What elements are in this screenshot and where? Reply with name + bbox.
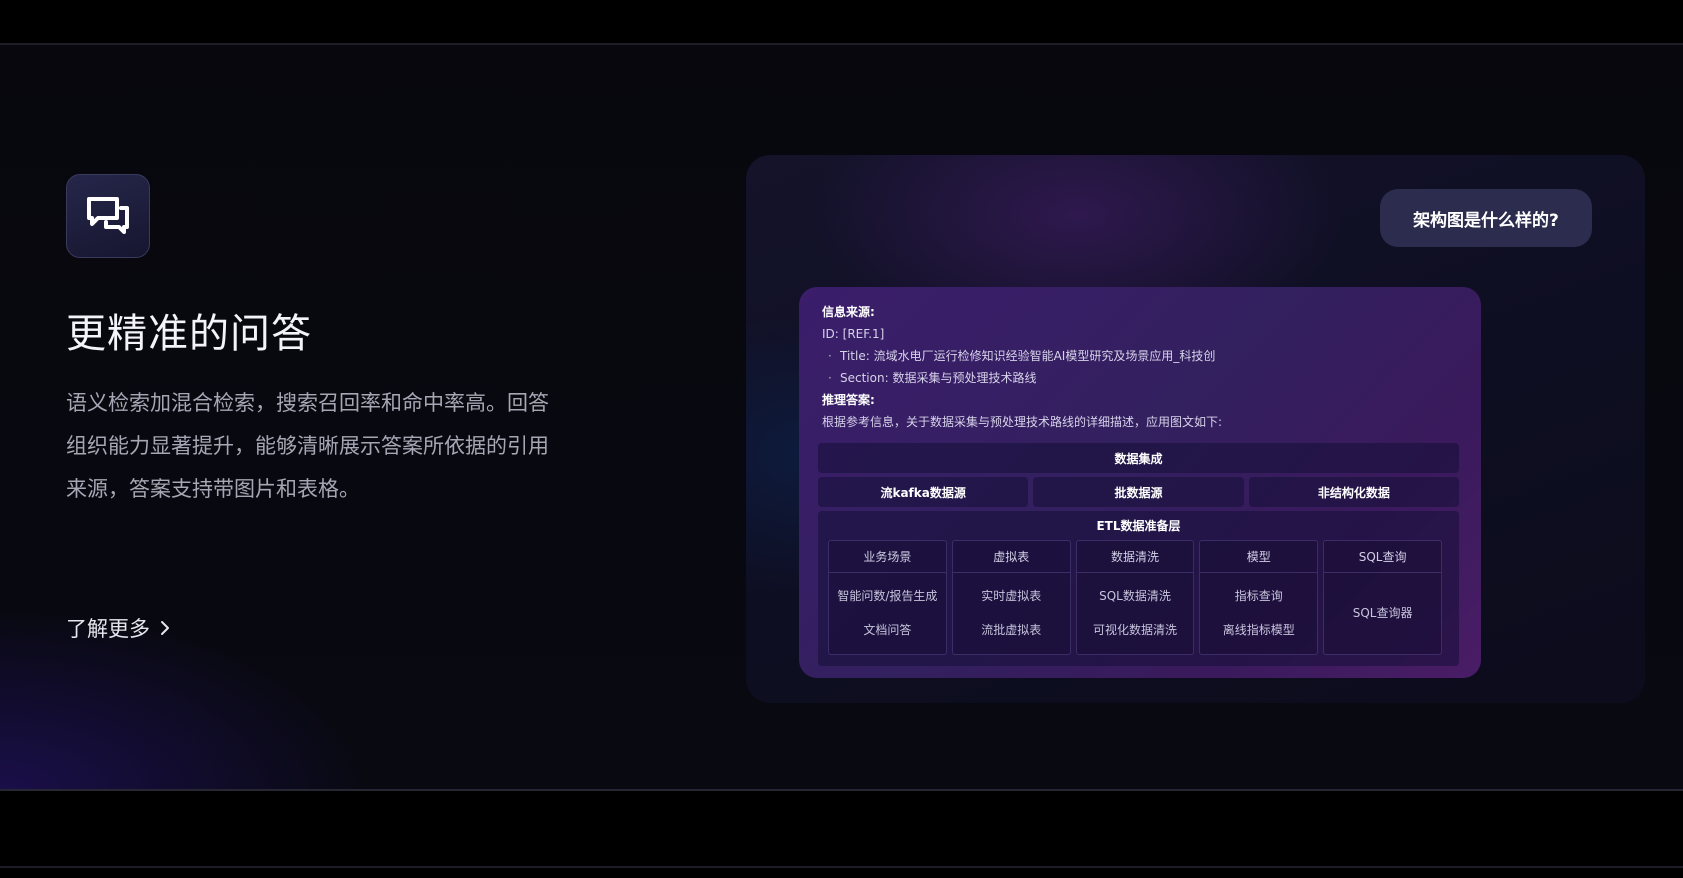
reasoning-label: 推理答案: xyxy=(822,393,875,407)
etl-column: SQL查询 SQL查询器 xyxy=(1323,540,1442,655)
bottom-strip xyxy=(0,791,1683,878)
etl-column: 模型 指标查询 离线指标模型 xyxy=(1199,540,1319,655)
etl-item: 离线指标模型 xyxy=(1222,623,1295,637)
etl-column-header: SQL查询 xyxy=(1324,541,1441,573)
architecture-diagram: 数据集成 流kafka数据源 批数据源 非结构化数据 ETL数据准备层 业务场景… xyxy=(818,443,1459,666)
diagram-sources-row: 流kafka数据源 批数据源 非结构化数据 xyxy=(818,477,1459,507)
etl-column-header: 数据清洗 xyxy=(1076,541,1194,573)
reference-title-text: Title: 流域水电厂运行检修知识经验智能AI模型研究及场景应用_科技创 xyxy=(840,349,1216,363)
etl-item: SQL查询器 xyxy=(1352,606,1413,620)
etl-layer: ETL数据准备层 业务场景 智能问数/报告生成 文档问答 虚拟表 实时虚拟表 流… xyxy=(818,511,1459,666)
learn-more-label: 了解更多 xyxy=(66,617,150,641)
footer-divider xyxy=(0,866,1683,868)
etl-column: 虚拟表 实时虚拟表 流批虚拟表 xyxy=(951,540,1071,655)
etl-item: 实时虚拟表 xyxy=(981,589,1042,603)
diagram-top-row: 数据集成 xyxy=(818,443,1459,473)
feature-title: 更精准的问答 xyxy=(66,311,312,357)
chat-bubbles-icon xyxy=(66,174,150,258)
etl-item: 流批虚拟表 xyxy=(981,623,1042,637)
answer-intro: 根据参考信息，关于数据采集与预处理技术路线的详细描述，应用图文如下: xyxy=(822,415,1223,429)
etl-item: 可视化数据清洗 xyxy=(1092,623,1177,637)
etl-column: 业务场景 智能问数/报告生成 文档问答 xyxy=(828,540,947,655)
answer-card: 信息来源: ID: [REF.1] · Title: 流域水电厂运行检修知识经验智… xyxy=(799,287,1481,678)
etl-column-header: 业务场景 xyxy=(829,541,946,573)
feature-section: 更精准的问答 语义检索加混合检索，搜索召回率和命中率高。回答组织能力显著提升，能… xyxy=(0,45,1683,791)
reference-section: · Section: 数据采集与预处理技术路线 xyxy=(822,367,1459,389)
question-bubble: 架构图是什么样的? xyxy=(1380,189,1592,247)
etl-columns: 业务场景 智能问数/报告生成 文档问答 虚拟表 实时虚拟表 流批虚拟表 数据清洗… xyxy=(828,540,1442,655)
learn-more-link[interactable]: 了解更多 xyxy=(66,613,170,643)
diagram-source: 流kafka数据源 xyxy=(818,477,1029,507)
qa-demo-panel: 架构图是什么样的? 信息来源: ID: [REF.1] · Title: 流域水电… xyxy=(746,155,1645,703)
bullet-icon: · xyxy=(828,371,832,385)
etl-column: 数据清洗 SQL数据清洗 可视化数据清洗 xyxy=(1075,540,1195,655)
feature-description: 语义检索加混合检索，搜索召回率和命中率高。回答组织能力显著提升，能够清晰展示答案… xyxy=(66,391,549,501)
top-strip xyxy=(0,0,1683,45)
etl-item: 智能问数/报告生成 xyxy=(837,589,938,603)
etl-item: 指标查询 xyxy=(1234,589,1283,603)
reference-title: · Title: 流域水电厂运行检修知识经验智能AI模型研究及场景应用_科技创 xyxy=(822,345,1459,367)
etl-column-header: 虚拟表 xyxy=(952,541,1070,573)
bullet-icon: · xyxy=(828,349,832,363)
etl-column-header: 模型 xyxy=(1200,541,1318,573)
etl-item: SQL数据清洗 xyxy=(1099,589,1171,603)
diagram-source: 非结构化数据 xyxy=(1248,477,1459,507)
etl-item: 文档问答 xyxy=(863,623,912,637)
reference-id: ID: [REF.1] xyxy=(822,327,885,341)
chevron-right-icon xyxy=(161,621,169,635)
reference-section-text: Section: 数据采集与预处理技术路线 xyxy=(840,371,1037,385)
diagram-source: 批数据源 xyxy=(1033,477,1244,507)
source-label: 信息来源: xyxy=(822,305,875,319)
etl-title: ETL数据准备层 xyxy=(1096,519,1181,533)
